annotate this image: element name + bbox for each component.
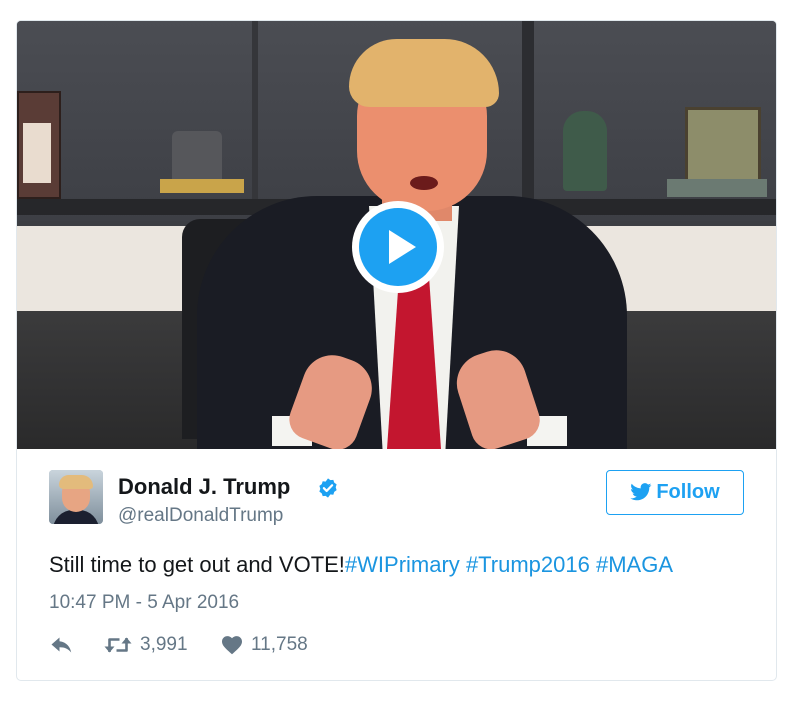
tweet-embed-card: Donald J. Trump @realDonaldTrump Follow … [16,20,777,681]
hashtag-link[interactable]: #Trump2016 [466,552,590,577]
hashtag-link[interactable]: #MAGA [596,552,673,577]
wall-plaque [685,107,761,183]
shelf-books [667,179,767,197]
play-button-circle [359,208,437,286]
retweet-icon [104,637,132,653]
author-name[interactable]: Donald J. Trump [118,474,290,500]
video-thumbnail[interactable] [17,21,776,449]
like-button[interactable]: 11,758 [221,633,308,657]
person-hair [349,39,499,107]
shelf-statue [172,131,222,179]
picture-frame [17,91,61,199]
avatar[interactable] [49,470,103,524]
tweet-timestamp[interactable]: 10:47 PM - 5 Apr 2016 [49,591,239,615]
retweet-count: 3,991 [140,634,188,655]
frame-inner [23,123,51,183]
retweet-button[interactable]: 3,991 [104,633,188,657]
follow-button[interactable]: Follow [606,470,744,515]
reply-icon [51,637,72,653]
twitter-bird-icon [630,483,652,501]
wall-panel [252,21,258,206]
avatar-hair [59,475,93,489]
reply-button[interactable] [50,633,74,657]
play-icon [389,230,416,264]
author-handle[interactable]: @realDonaldTrump [118,504,283,528]
person-mouth [410,176,438,190]
tweet-text: Still time to get out and VOTE!#WIPrimar… [49,551,673,579]
tweet-body-text: Still time to get out and VOTE! [49,552,345,577]
hashtag-link[interactable]: #WIPrimary [345,552,460,577]
shelf-plaque [160,179,244,193]
heart-icon [222,636,242,655]
like-count: 11,758 [251,634,308,655]
follow-button-label: Follow [656,481,720,503]
wall-panel [522,21,534,206]
verified-badge-icon [319,478,337,498]
shelf-trophy [563,111,607,191]
play-button[interactable] [352,201,444,293]
